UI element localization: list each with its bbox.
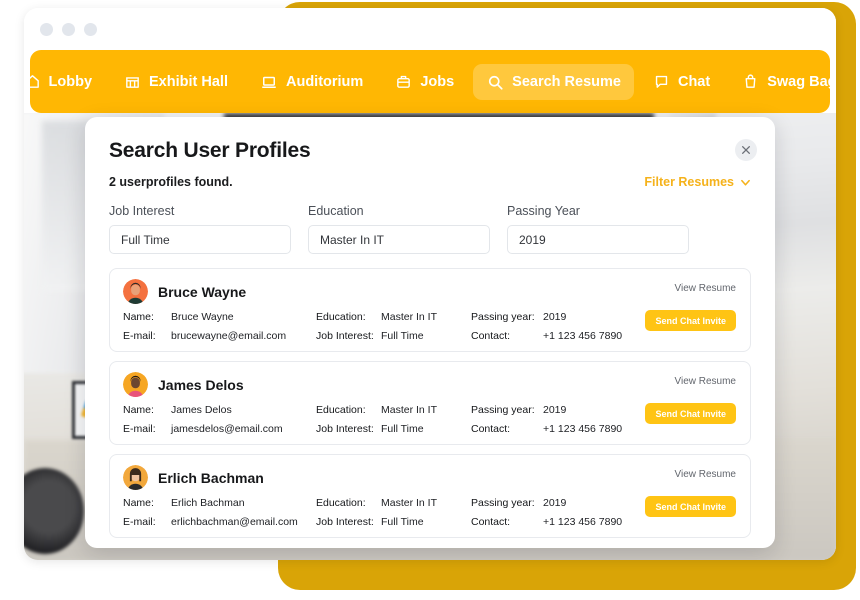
main-navigation: Lobby Exhibit Hall Auditorium <box>30 50 830 113</box>
results-count: 2 userprofiles found. <box>109 175 233 189</box>
field-label: Education <box>308 204 490 218</box>
nav-label: Chat <box>678 74 710 90</box>
passing-year-input[interactable] <box>507 225 689 254</box>
send-chat-invite-button[interactable]: Send Chat Invite <box>645 310 736 331</box>
value-email: erlichbachman@email.com <box>171 516 316 528</box>
value-contact: +1 123 456 7890 <box>543 516 736 528</box>
window-titlebar <box>24 8 836 50</box>
value-name: Bruce Wayne <box>171 311 316 323</box>
label-name: Name: <box>123 404 171 416</box>
avatar <box>123 465 148 490</box>
chat-bubble-icon <box>653 73 670 90</box>
label-job-interest: Job Interest: <box>316 516 381 528</box>
profile-card[interactable]: Erlich Bachman Name: Erlich Bachman Educ… <box>109 454 751 538</box>
value-job-interest: Full Time <box>381 330 471 342</box>
nav-label: Exhibit Hall <box>149 74 228 90</box>
label-passing-year: Passing year: <box>471 497 543 509</box>
value-job-interest: Full Time <box>381 423 471 435</box>
search-user-profiles-modal: Search User Profiles 2 userprofiles foun… <box>85 117 775 548</box>
profile-card[interactable]: Bruce Wayne Name: Bruce Wayne Education:… <box>109 268 751 352</box>
profile-name: Bruce Wayne <box>158 284 246 300</box>
window-dot-2[interactable] <box>62 23 75 36</box>
value-name: Erlich Bachman <box>171 497 316 509</box>
label-email: E-mail: <box>123 423 171 435</box>
chevron-down-icon <box>740 177 751 188</box>
profile-list: Bruce Wayne Name: Bruce Wayne Education:… <box>109 268 751 538</box>
briefcase-icon <box>395 73 412 90</box>
view-resume-link[interactable]: View Resume <box>674 283 736 294</box>
close-icon <box>741 145 751 155</box>
filter-resumes-label: Filter Resumes <box>644 175 734 189</box>
nav-item-jobs[interactable]: Jobs <box>382 64 467 99</box>
window-dot-3[interactable] <box>84 23 97 36</box>
home-icon <box>24 73 41 90</box>
browser-window: F Lobby Exhibit Hall <box>24 8 836 560</box>
close-button[interactable] <box>735 139 757 161</box>
label-passing-year: Passing year: <box>471 311 543 323</box>
filter-fields: Job Interest Education Passing Year <box>109 204 751 254</box>
label-job-interest: Job Interest: <box>316 423 381 435</box>
nav-item-swag-bag[interactable]: Swag Bag <box>729 64 836 99</box>
label-contact: Contact: <box>471 423 543 435</box>
avatar <box>123 372 148 397</box>
label-name: Name: <box>123 497 171 509</box>
value-education: Master In IT <box>381 311 471 323</box>
value-email: jamesdelos@email.com <box>171 423 316 435</box>
nav-item-search-resume[interactable]: Search Resume <box>473 64 634 100</box>
view-resume-link[interactable]: View Resume <box>674 469 736 480</box>
profile-name: Erlich Bachman <box>158 470 264 486</box>
value-job-interest: Full Time <box>381 516 471 528</box>
nav-label: Lobby <box>49 74 93 90</box>
nav-label: Swag Bag <box>767 74 836 90</box>
label-job-interest: Job Interest: <box>316 330 381 342</box>
results-row: 2 userprofiles found. Filter Resumes <box>109 175 751 189</box>
shopping-bag-icon <box>742 73 759 90</box>
label-passing-year: Passing year: <box>471 404 543 416</box>
value-contact: +1 123 456 7890 <box>543 423 736 435</box>
nav-label: Jobs <box>420 74 454 90</box>
send-chat-invite-button[interactable]: Send Chat Invite <box>645 403 736 424</box>
value-contact: +1 123 456 7890 <box>543 330 736 342</box>
job-interest-input[interactable] <box>109 225 291 254</box>
nav-label: Search Resume <box>512 74 621 90</box>
filter-passing-year: Passing Year <box>507 204 689 254</box>
label-contact: Contact: <box>471 330 543 342</box>
nav-item-exhibit-hall[interactable]: Exhibit Hall <box>111 64 241 99</box>
laptop-icon <box>260 73 278 91</box>
label-education: Education: <box>316 497 381 509</box>
label-contact: Contact: <box>471 516 543 528</box>
value-name: James Delos <box>171 404 316 416</box>
avatar <box>123 279 148 304</box>
send-chat-invite-button[interactable]: Send Chat Invite <box>645 496 736 517</box>
label-education: Education: <box>316 311 381 323</box>
label-email: E-mail: <box>123 330 171 342</box>
filter-job-interest: Job Interest <box>109 204 291 254</box>
nav-label: Auditorium <box>286 74 363 90</box>
label-email: E-mail: <box>123 516 171 528</box>
value-email: brucewayne@email.com <box>171 330 316 342</box>
filter-education: Education <box>308 204 490 254</box>
nav-item-lobby[interactable]: Lobby <box>24 64 105 99</box>
filter-resumes-link[interactable]: Filter Resumes <box>644 175 751 189</box>
nav-item-auditorium[interactable]: Auditorium <box>247 64 376 100</box>
education-input[interactable] <box>308 225 490 254</box>
field-label: Passing Year <box>507 204 689 218</box>
view-resume-link[interactable]: View Resume <box>674 376 736 387</box>
label-name: Name: <box>123 311 171 323</box>
window-dot-1[interactable] <box>40 23 53 36</box>
value-education: Master In IT <box>381 497 471 509</box>
search-icon <box>486 73 504 91</box>
label-education: Education: <box>316 404 381 416</box>
field-label: Job Interest <box>109 204 291 218</box>
page-title: Search User Profiles <box>109 139 751 163</box>
value-education: Master In IT <box>381 404 471 416</box>
storefront-icon <box>124 73 141 90</box>
nav-item-chat[interactable]: Chat <box>640 64 723 99</box>
profile-name: James Delos <box>158 377 244 393</box>
profile-card[interactable]: James Delos Name: James Delos Education:… <box>109 361 751 445</box>
